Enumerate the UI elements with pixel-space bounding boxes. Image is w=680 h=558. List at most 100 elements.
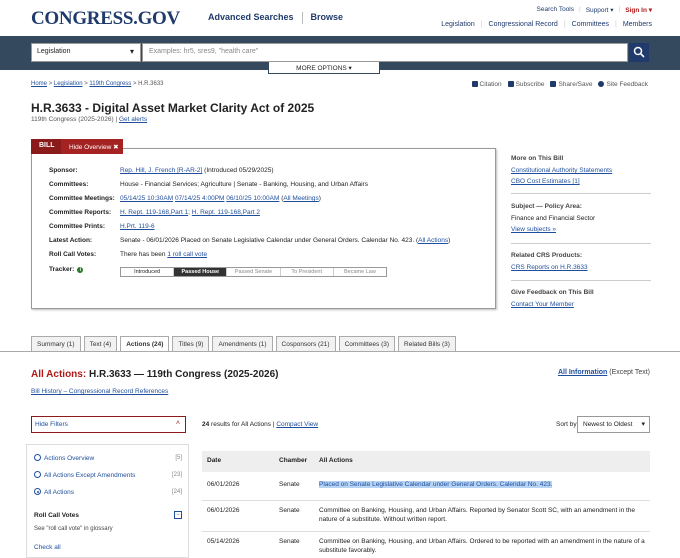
more-options-button[interactable]: MORE OPTIONS ▾ <box>268 62 380 74</box>
hide-filters-label: Hide Filters <box>35 421 68 428</box>
nav-search-tools[interactable]: Search Tools <box>537 6 574 14</box>
results-count: 24 results for All Actions | Compact Vie… <box>202 421 318 428</box>
search-input[interactable]: Examples: hr5, sres9, "health care" <box>142 43 628 62</box>
contact-member-link[interactable]: Contact Your Member <box>511 301 574 308</box>
search-button[interactable] <box>629 43 649 62</box>
prints-value: H.Prt. 119-6 <box>120 223 155 230</box>
row-chamber: Senate <box>279 538 300 545</box>
column-date[interactable]: Date <box>202 451 274 472</box>
sort-label: Sort by <box>556 421 577 428</box>
row-chamber: Senate <box>279 481 300 488</box>
roll-call-value: There has been 1 roll call vote <box>120 251 207 258</box>
nav-members[interactable]: Members <box>623 21 652 28</box>
all-meetings-link[interactable]: All Meetings <box>283 195 318 202</box>
search-scope-value: Legislation <box>37 48 71 55</box>
all-information-note: (Except Text) <box>607 369 650 376</box>
nav-advanced-searches[interactable]: Advanced Searches <box>200 12 302 24</box>
share-label: Share/Save <box>558 81 593 88</box>
crs-reports-link[interactable]: CRS Reports on H.R.3633 <box>511 264 588 271</box>
get-alerts-link[interactable]: Get alerts <box>119 116 147 123</box>
column-chamber[interactable]: Chamber <box>274 451 314 472</box>
tab-summary[interactable]: Summary (1) <box>31 336 81 351</box>
more-on-bill-section: More on This Bill Constitutional Authori… <box>511 155 651 189</box>
nav-divider: | <box>614 21 617 28</box>
breadcrumb-congress[interactable]: 119th Congress <box>89 81 131 87</box>
main-nav: Advanced Searches Browse <box>200 12 351 24</box>
nav-browse[interactable]: Browse <box>303 12 352 24</box>
filter-all-except-amendments[interactable]: All Actions Except Amendments <box>34 471 135 479</box>
tracker-label: Tracker: i <box>49 266 119 273</box>
view-subjects-link[interactable]: View subjects » <box>511 226 556 233</box>
tab-committees[interactable]: Committees (3) <box>338 336 396 351</box>
info-icon[interactable]: i <box>77 267 84 273</box>
citation-button[interactable]: Citation <box>471 81 502 88</box>
report-link[interactable]: H. Rept. 119-168,Part 1 <box>120 209 188 216</box>
breadcrumb-legislation[interactable]: Legislation <box>54 81 83 87</box>
tab-amendments[interactable]: Amendments (1) <box>212 336 273 351</box>
all-information-link[interactable]: All Information <box>558 369 607 376</box>
table-header: Date Chamber All Actions <box>202 451 650 472</box>
check-all-link[interactable]: Check all <box>34 544 61 551</box>
bill-tab: BILL <box>31 139 61 154</box>
hide-overview-label: Hide Overview <box>69 144 112 151</box>
actions-heading-prefix: All Actions: <box>31 369 87 380</box>
hide-overview-button[interactable]: Hide Overview ✖ <box>61 139 123 154</box>
share-button[interactable]: Share/Save <box>550 81 592 88</box>
tab-cosponsors[interactable]: Cosponsors (21) <box>275 336 336 351</box>
radio-button[interactable] <box>34 471 41 478</box>
meeting-link[interactable]: 05/14/25 10:30AM <box>120 195 173 202</box>
tab-titles[interactable]: Titles (9) <box>172 336 210 351</box>
committees-value: House - Financial Services; Agriculture … <box>120 181 368 188</box>
collapse-icon[interactable]: − <box>174 511 182 519</box>
report-link[interactable]: H. Rept. 119-168,Part 2 <box>192 209 260 216</box>
bill-history-link[interactable]: Bill History – Congressional Record Refe… <box>31 388 168 395</box>
meeting-link[interactable]: 06/10/25 10:00AM <box>226 195 279 202</box>
feedback-button[interactable]: Site Feedback <box>598 81 648 88</box>
filter-label: All Actions <box>44 489 74 496</box>
nav-sign-in[interactable]: Sign In ▾ <box>625 6 652 14</box>
page-title: H.R.3633 - Digital Asset Market Clarity … <box>31 101 315 115</box>
subscribe-label: Subscribe <box>515 81 545 88</box>
committees-label: Committees: <box>49 181 89 188</box>
filter-all-actions[interactable]: All Actions <box>34 488 74 496</box>
filter-count: [5] <box>175 455 182 461</box>
all-actions-link[interactable]: All Actions <box>418 237 448 244</box>
bill-tracker: Introduced Passed House Passed Senate To… <box>120 267 387 277</box>
radio-button[interactable] <box>34 454 41 461</box>
breadcrumb-current: H.R.3633 <box>138 81 164 87</box>
hide-filters-button[interactable]: Hide Filters ˄ <box>31 416 186 433</box>
print-link[interactable]: H.Prt. 119-6 <box>120 223 155 230</box>
chevron-down-icon: ▾ <box>348 65 352 72</box>
sponsor-link[interactable]: Rep. Hill, J. French [R-AR-2] <box>120 167 202 174</box>
tab-text[interactable]: Text (4) <box>83 336 118 351</box>
cbo-cost-estimates-link[interactable]: CBO Cost Estimates [1] <box>511 178 580 185</box>
roll-call-link[interactable]: 1 roll call vote <box>167 251 207 258</box>
congress-gov-logo[interactable]: CONGRESS.GOV <box>31 8 180 30</box>
tab-related-bills[interactable]: Related Bills (3) <box>398 336 456 351</box>
column-all-actions[interactable]: All Actions <box>314 451 650 472</box>
meeting-link[interactable]: 07/14/25 4:00PM <box>175 195 225 202</box>
nav-support[interactable]: Support ▾ <box>586 6 614 14</box>
comment-icon <box>598 81 605 87</box>
sort-select[interactable]: Newest to Oldest ▾ <box>577 416 650 433</box>
latest-action-value: Senate - 06/01/2026 Placed on Senate Leg… <box>120 237 451 244</box>
subscribe-button[interactable]: Subscribe <box>507 81 545 88</box>
nav-committees[interactable]: Committees <box>572 21 609 28</box>
breadcrumb: Home > Legislation > 119th Congress > H.… <box>31 81 164 87</box>
constitutional-authority-link[interactable]: Constitutional Authority Statements <box>511 167 612 174</box>
filter-actions-overview[interactable]: Actions Overview <box>34 454 94 462</box>
policy-area-value: Finance and Financial Sector <box>511 215 596 222</box>
nav-congressional-record[interactable]: Congressional Record <box>489 21 558 28</box>
meetings-label: Committee Meetings: <box>49 195 115 202</box>
actions-heading: All Actions: H.R.3633 — 119th Congress (… <box>31 369 279 380</box>
search-scope-select[interactable]: Legislation ▾ <box>31 43 141 62</box>
nav-legislation[interactable]: Legislation <box>441 21 474 28</box>
tab-actions[interactable]: Actions (24) <box>120 336 170 351</box>
breadcrumb-home[interactable]: Home <box>31 81 47 87</box>
row-date: 05/14/2026 <box>207 538 240 545</box>
policy-area-section: Subject — Policy Area: Finance and Finan… <box>511 203 651 237</box>
reports-label: Committee Reports: <box>49 209 112 216</box>
radio-button-selected[interactable] <box>34 488 41 495</box>
rss-icon <box>507 81 514 87</box>
compact-view-link[interactable]: Compact View <box>276 421 318 428</box>
